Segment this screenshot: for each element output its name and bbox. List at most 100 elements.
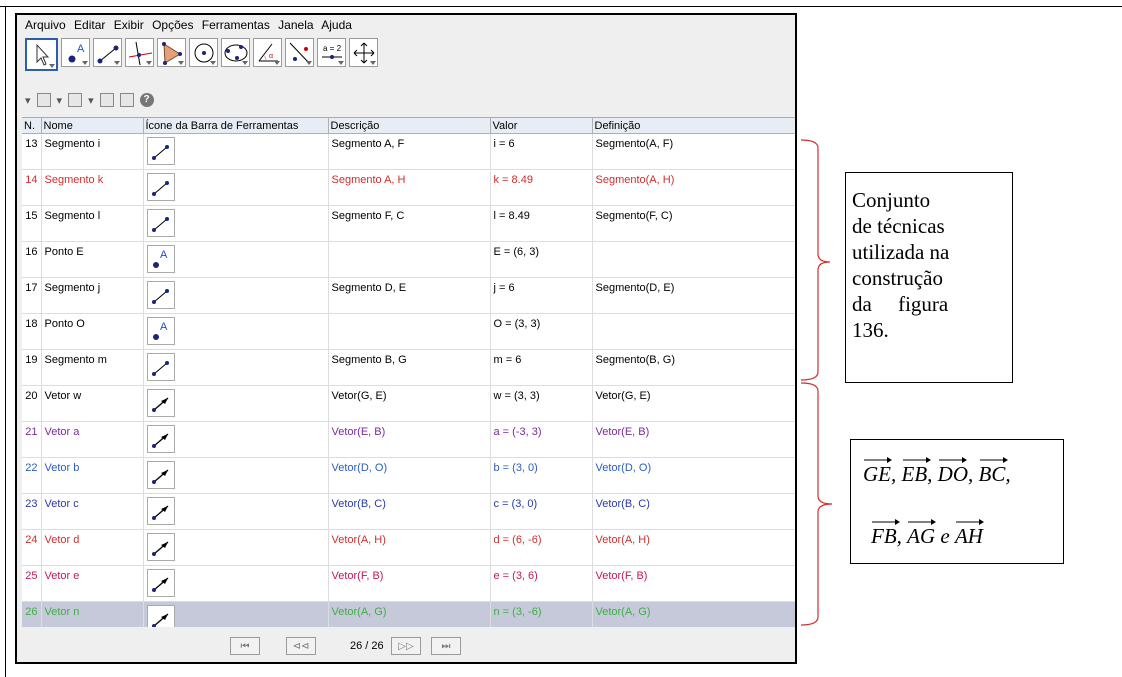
column-view-icon[interactable] bbox=[68, 93, 83, 107]
table-row[interactable]: 13 Segmento i Segmento A, Fi = 6 Segmento(A… bbox=[22, 133, 795, 170]
column-header-n[interactable]: N. bbox=[22, 118, 42, 134]
row-name[interactable]: Vetor n bbox=[41, 601, 144, 628]
table-row[interactable]: 23 Vetor c Vetor(B, C) c = (3, 0) Vetor(B, C… bbox=[22, 493, 795, 530]
table-row[interactable]: 22 Vetor b Vetor(D, O) b = (3, 0) Vetor(D, O… bbox=[22, 457, 795, 494]
row-description[interactable]: Vetor(E, B) bbox=[328, 421, 491, 458]
first-step-button[interactable]: ⏮ bbox=[230, 637, 260, 655]
row-definition[interactable]: Segmento(B, G) bbox=[592, 349, 795, 386]
row-value[interactable]: n = (3, -6) bbox=[490, 601, 593, 628]
table-row[interactable]: 21 Vetor a Vetor(E, B) a = (-3, 3) Vetor(E, … bbox=[22, 421, 795, 458]
row-number[interactable]: 19 bbox=[22, 349, 42, 386]
row-number[interactable]: 20 bbox=[22, 385, 42, 422]
move-view-tool-icon[interactable] bbox=[349, 38, 378, 67]
row-name[interactable]: Segmento k bbox=[41, 169, 144, 206]
row-name[interactable]: Segmento l bbox=[41, 205, 144, 242]
table-view-icon[interactable] bbox=[36, 93, 51, 107]
row-value[interactable]: j = 6 bbox=[490, 277, 593, 314]
row-description[interactable]: Vetor(G, E) bbox=[328, 385, 491, 422]
row-definition[interactable]: Segmento(A, H) bbox=[592, 169, 795, 206]
segment-tool-icon[interactable] bbox=[93, 38, 122, 67]
reflect-tool-icon[interactable] bbox=[285, 38, 314, 67]
last-step-button[interactable]: ⏭ bbox=[431, 637, 461, 655]
row-value[interactable]: c = (3, 0) bbox=[490, 493, 593, 530]
row-definition[interactable]: Segmento(D, E) bbox=[592, 277, 795, 314]
row-name[interactable]: Vetor b bbox=[41, 457, 144, 494]
row-name[interactable]: Vetor w bbox=[41, 385, 144, 422]
row-definition[interactable]: Vetor(D, O) bbox=[592, 457, 795, 494]
row-description[interactable]: Segmento B, G bbox=[328, 349, 491, 386]
row-name[interactable]: Vetor a bbox=[41, 421, 144, 458]
row-name[interactable]: Segmento j bbox=[41, 277, 144, 314]
move-tool-icon[interactable] bbox=[25, 38, 58, 71]
row-description[interactable]: Segmento A, H bbox=[328, 169, 491, 206]
row-description[interactable]: Vetor(A, G) bbox=[328, 601, 491, 628]
row-icon[interactable]: A bbox=[143, 313, 329, 350]
column-header-descricao[interactable]: Descrição bbox=[328, 118, 491, 134]
row-description[interactable]: Vetor(D, O) bbox=[328, 457, 491, 494]
help-icon[interactable]: ? bbox=[139, 93, 154, 107]
row-definition[interactable]: Segmento(A, F) bbox=[592, 133, 795, 170]
row-name[interactable]: Segmento i bbox=[41, 133, 144, 170]
menu-arquivo[interactable]: Arquivo bbox=[25, 18, 66, 32]
row-number[interactable]: 21 bbox=[22, 421, 42, 458]
row-value[interactable]: b = (3, 0) bbox=[490, 457, 593, 494]
row-value[interactable]: a = (-3, 3) bbox=[490, 421, 593, 458]
slider-tool-icon[interactable]: a = 2 bbox=[317, 38, 346, 67]
row-icon[interactable] bbox=[143, 493, 329, 530]
row-value[interactable]: w = (3, 3) bbox=[490, 385, 593, 422]
row-number[interactable]: 14 bbox=[22, 169, 42, 206]
row-name[interactable]: Vetor e bbox=[41, 565, 144, 602]
table-row[interactable]: 15 Segmento l Segmento F, Cl = 8.49 Segment… bbox=[22, 205, 795, 242]
menu-janela[interactable]: Janela bbox=[278, 18, 313, 32]
row-description[interactable]: Segmento D, E bbox=[328, 277, 491, 314]
row-icon[interactable] bbox=[143, 457, 329, 494]
row-number[interactable]: 17 bbox=[22, 277, 42, 314]
row-name[interactable]: Ponto E bbox=[41, 241, 144, 278]
table-row[interactable]: 19 Segmento m Segmento B, Gm = 6 Segmento(B… bbox=[22, 349, 795, 386]
angle-tool-icon[interactable]: α bbox=[253, 38, 282, 67]
row-icon[interactable] bbox=[143, 601, 329, 628]
row-definition[interactable]: Segmento(F, C) bbox=[592, 205, 795, 242]
collapse-arrow-icon[interactable]: ▾ bbox=[25, 94, 31, 107]
row-icon[interactable] bbox=[143, 565, 329, 602]
row-value[interactable]: m = 6 bbox=[490, 349, 593, 386]
row-icon[interactable] bbox=[143, 529, 329, 566]
row-definition[interactable]: Vetor(F, B) bbox=[592, 565, 795, 602]
row-description[interactable]: Vetor(A, H) bbox=[328, 529, 491, 566]
row-value[interactable]: k = 8.49 bbox=[490, 169, 593, 206]
circle-tool-icon[interactable] bbox=[189, 38, 218, 67]
row-icon[interactable] bbox=[143, 133, 329, 170]
row-value[interactable]: l = 8.49 bbox=[490, 205, 593, 242]
menu-editar[interactable]: Editar bbox=[74, 18, 105, 32]
table-row[interactable]: 24 Vetor d Vetor(A, H) d = (6, -6) Vetor(A, … bbox=[22, 529, 795, 566]
menu-ferramentas[interactable]: Ferramentas bbox=[202, 18, 270, 32]
menu-exibir[interactable]: Exibir bbox=[114, 18, 144, 32]
dropdown-arrow-icon-2[interactable]: ▾ bbox=[88, 94, 94, 107]
row-name[interactable]: Ponto O bbox=[41, 313, 144, 350]
row-number[interactable]: 24 bbox=[22, 529, 42, 566]
table-row[interactable]: 20 Vetor w Vetor(G, E) w = (3, 3) Vetor(G, E… bbox=[22, 385, 795, 422]
row-definition[interactable]: Vetor(G, E) bbox=[592, 385, 795, 422]
row-number[interactable]: 13 bbox=[22, 133, 42, 170]
table-row[interactable]: 16 Ponto E A E = (6, 3) bbox=[22, 241, 795, 278]
menu-ajuda[interactable]: Ajuda bbox=[321, 18, 352, 32]
row-icon[interactable] bbox=[143, 169, 329, 206]
row-value[interactable]: e = (3, 6) bbox=[490, 565, 593, 602]
row-number[interactable]: 15 bbox=[22, 205, 42, 242]
row-number[interactable]: 23 bbox=[22, 493, 42, 530]
table-row[interactable]: 26 Vetor n Vetor(A, G) n = (3, -6) Vetor(A, … bbox=[22, 601, 795, 628]
polygon-tool-icon[interactable] bbox=[157, 38, 186, 67]
row-definition[interactable]: Vetor(B, C) bbox=[592, 493, 795, 530]
refresh-icon[interactable] bbox=[99, 93, 114, 107]
row-icon[interactable] bbox=[143, 421, 329, 458]
row-description[interactable] bbox=[328, 313, 491, 350]
row-number[interactable]: 22 bbox=[22, 457, 42, 494]
table-row[interactable]: 18 Ponto O A O = (3, 3) bbox=[22, 313, 795, 350]
row-icon[interactable] bbox=[143, 349, 329, 386]
row-number[interactable]: 16 bbox=[22, 241, 42, 278]
row-description[interactable]: Vetor(F, B) bbox=[328, 565, 491, 602]
table-row[interactable]: 14 Segmento k Segmento A, Hk = 8.49 Segment… bbox=[22, 169, 795, 206]
table-row[interactable]: 25 Vetor e Vetor(F, B) e = (3, 6) Vetor(F, B… bbox=[22, 565, 795, 602]
row-name[interactable]: Vetor d bbox=[41, 529, 144, 566]
row-icon[interactable] bbox=[143, 277, 329, 314]
